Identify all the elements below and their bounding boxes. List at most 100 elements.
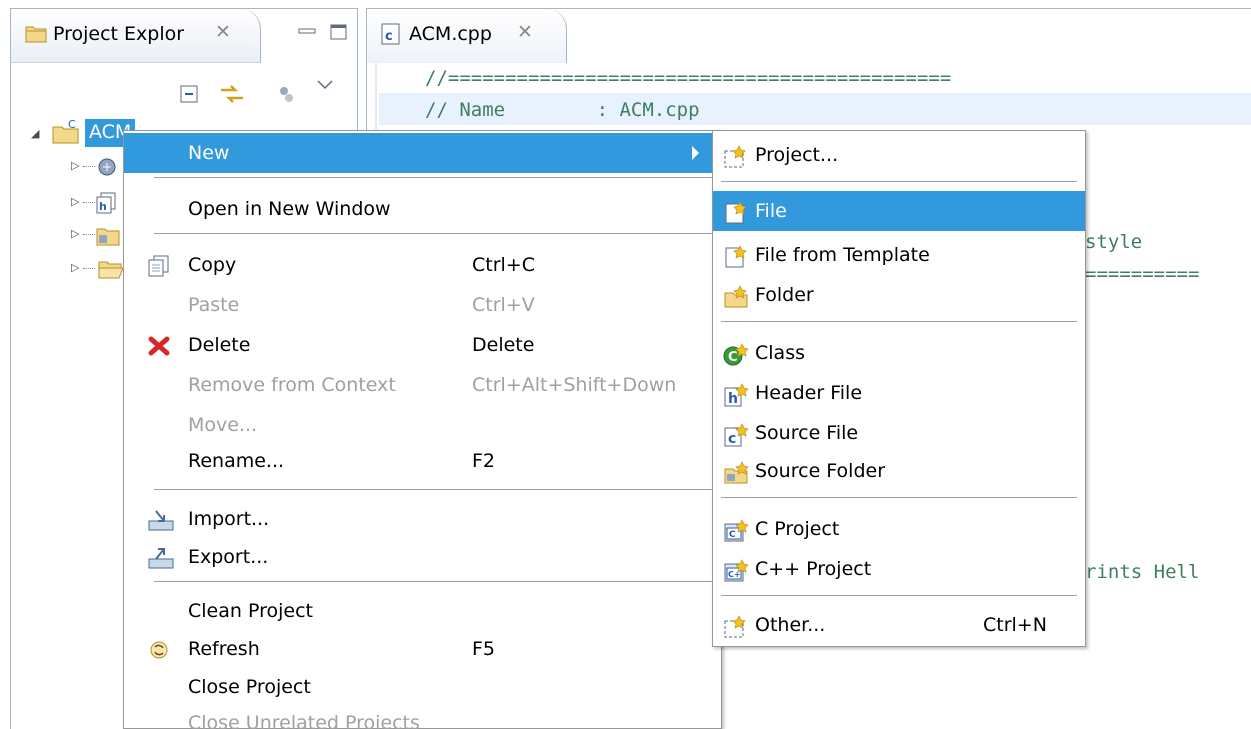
menu-item-label: Remove from Context <box>188 374 396 396</box>
expanded-arrow-icon[interactable]: ◢ <box>31 127 39 140</box>
svg-text:C: C <box>728 350 738 365</box>
menu-item-import[interactable]: Import... <box>124 499 721 539</box>
maximize-icon[interactable] <box>329 23 349 41</box>
new-folder-icon <box>723 285 749 314</box>
copy-icon <box>148 255 170 282</box>
submenu-item-file[interactable]: File <box>713 191 1085 231</box>
header-file-icon: h <box>723 383 749 412</box>
menu-item-label: C++ Project <box>755 558 872 580</box>
context-menu: New Open in New Window Copy Ctrl+C Paste… <box>123 130 722 729</box>
submenu-item-c-project[interactable]: C C Project <box>713 509 1085 549</box>
code-line-1[interactable]: //======================================… <box>425 67 951 89</box>
menu-item-clean-project[interactable]: Clean Project <box>124 591 721 631</box>
collapsed-arrow-icon[interactable]: ▷ <box>71 261 79 274</box>
source-file-icon: c <box>723 423 749 452</box>
menu-item-move[interactable]: Move... <box>124 405 721 445</box>
menu-item-shortcut: Ctrl+Alt+Shift+Down <box>472 374 677 396</box>
tab-project-explorer[interactable]: Project Explor ✕ <box>11 9 261 63</box>
menu-item-label: New <box>188 142 230 164</box>
menu-item-label: Import... <box>188 508 270 530</box>
folder-icon <box>25 23 47 48</box>
submenu-item-cpp-project[interactable]: C+ C++ Project <box>713 549 1085 589</box>
menu-item-new[interactable]: New <box>124 133 721 173</box>
code-line-fragment[interactable]: rints Hell <box>1085 561 1199 583</box>
submenu-item-other[interactable]: Other... Ctrl+N <box>713 605 1085 645</box>
submenu-item-file-from-template[interactable]: File from Template <box>713 235 1085 275</box>
menu-item-label: Close Project <box>188 676 311 698</box>
menu-item-label: Project... <box>755 144 839 166</box>
submenu-item-folder[interactable]: Folder <box>713 275 1085 315</box>
svg-text:h: h <box>99 200 107 213</box>
menu-item-close-project[interactable]: Close Project <box>124 667 721 707</box>
export-icon <box>148 547 174 574</box>
menu-item-label: Export... <box>188 546 269 568</box>
c-project-icon: C <box>51 118 81 150</box>
menu-item-label: Rename... <box>188 450 285 472</box>
svg-text:h: h <box>728 391 738 407</box>
new-wizard-icon <box>723 615 749 644</box>
menu-item-remove-from-context[interactable]: Remove from Context Ctrl+Alt+Shift+Down <box>124 365 721 405</box>
menu-item-label: Class <box>755 342 805 364</box>
menu-item-label: Open in New Window <box>188 198 391 220</box>
source-folder-icon <box>95 223 121 252</box>
menu-item-label: Copy <box>188 254 237 276</box>
chevron-down-icon[interactable] <box>315 75 335 97</box>
svg-text:c: c <box>385 29 393 44</box>
source-folder-icon <box>723 461 749 490</box>
menu-item-label: Clean Project <box>188 600 313 622</box>
menu-item-label: File from Template <box>755 244 930 266</box>
menu-item-label: Header File <box>755 382 863 404</box>
menu-item-copy[interactable]: Copy Ctrl+C <box>124 245 721 285</box>
menu-item-label: C Project <box>755 518 840 540</box>
menu-item-label: Paste <box>188 294 240 316</box>
new-file-icon <box>723 245 749 274</box>
import-icon <box>148 509 174 536</box>
tab-title: Project Explor <box>53 23 185 45</box>
cpp-file-icon: c <box>381 23 401 50</box>
menu-item-shortcut: F2 <box>472 450 496 472</box>
svg-text:c: c <box>728 431 736 447</box>
menu-item-open-in-new-window[interactable]: Open in New Window <box>124 189 721 229</box>
menu-item-label: Other... <box>755 614 826 636</box>
code-line-fragment[interactable]: ========== <box>1085 263 1199 285</box>
svg-text:C: C <box>68 119 76 131</box>
code-line-2[interactable]: // Name : ACM.cpp <box>425 99 700 121</box>
new-file-icon <box>723 201 749 230</box>
collapsed-arrow-icon[interactable]: ▷ <box>71 159 79 172</box>
collapsed-arrow-icon[interactable]: ▷ <box>71 227 79 240</box>
submenu-item-source-file[interactable]: c Source File <box>713 413 1085 453</box>
menu-item-refresh[interactable]: Refresh F5 <box>124 629 721 669</box>
c-project-icon: C <box>723 519 749 548</box>
tab-acm-cpp[interactable]: c ACM.cpp ✕ <box>367 9 567 63</box>
menu-item-rename[interactable]: Rename... F2 <box>124 441 721 481</box>
collapse-all-icon[interactable] <box>179 83 201 110</box>
menu-item-paste[interactable]: Paste Ctrl+V <box>124 285 721 325</box>
tab-title: ACM.cpp <box>409 23 492 45</box>
code-line-fragment[interactable]: style <box>1085 231 1142 253</box>
link-with-editor-icon[interactable] <box>219 83 245 110</box>
menu-item-label: Source Folder <box>755 460 886 482</box>
refresh-icon <box>148 639 170 666</box>
menu-item-shortcut: Ctrl+N <box>983 614 1047 636</box>
menu-item-shortcut: F5 <box>472 638 496 660</box>
cpp-project-icon: C+ <box>723 559 749 588</box>
menu-item-close-unrelated-projects[interactable]: Close Unrelated Projects <box>124 703 721 729</box>
submenu-item-header-file[interactable]: h Header File <box>713 373 1085 413</box>
menu-item-delete[interactable]: Delete Delete <box>124 325 721 365</box>
collapsed-arrow-icon[interactable]: ▷ <box>71 195 79 208</box>
menu-item-label: Source File <box>755 422 859 444</box>
new-submenu: Project... File File from Template Folde… <box>712 130 1086 647</box>
svg-text:C: C <box>729 530 736 540</box>
menu-item-export[interactable]: Export... <box>124 537 721 577</box>
minimize-icon[interactable] <box>297 23 317 41</box>
binaries-icon <box>95 155 121 184</box>
close-icon[interactable]: ✕ <box>517 21 533 43</box>
submenu-item-source-folder[interactable]: Source Folder <box>713 451 1085 491</box>
close-icon[interactable]: ✕ <box>215 21 231 43</box>
includes-icon: h <box>95 191 121 220</box>
submenu-item-class[interactable]: C Class <box>713 333 1085 373</box>
new-project-icon <box>723 145 749 174</box>
submenu-item-project[interactable]: Project... <box>713 135 1085 175</box>
view-menu-icon[interactable] <box>277 83 297 110</box>
menu-item-shortcut: Ctrl+V <box>472 294 535 316</box>
